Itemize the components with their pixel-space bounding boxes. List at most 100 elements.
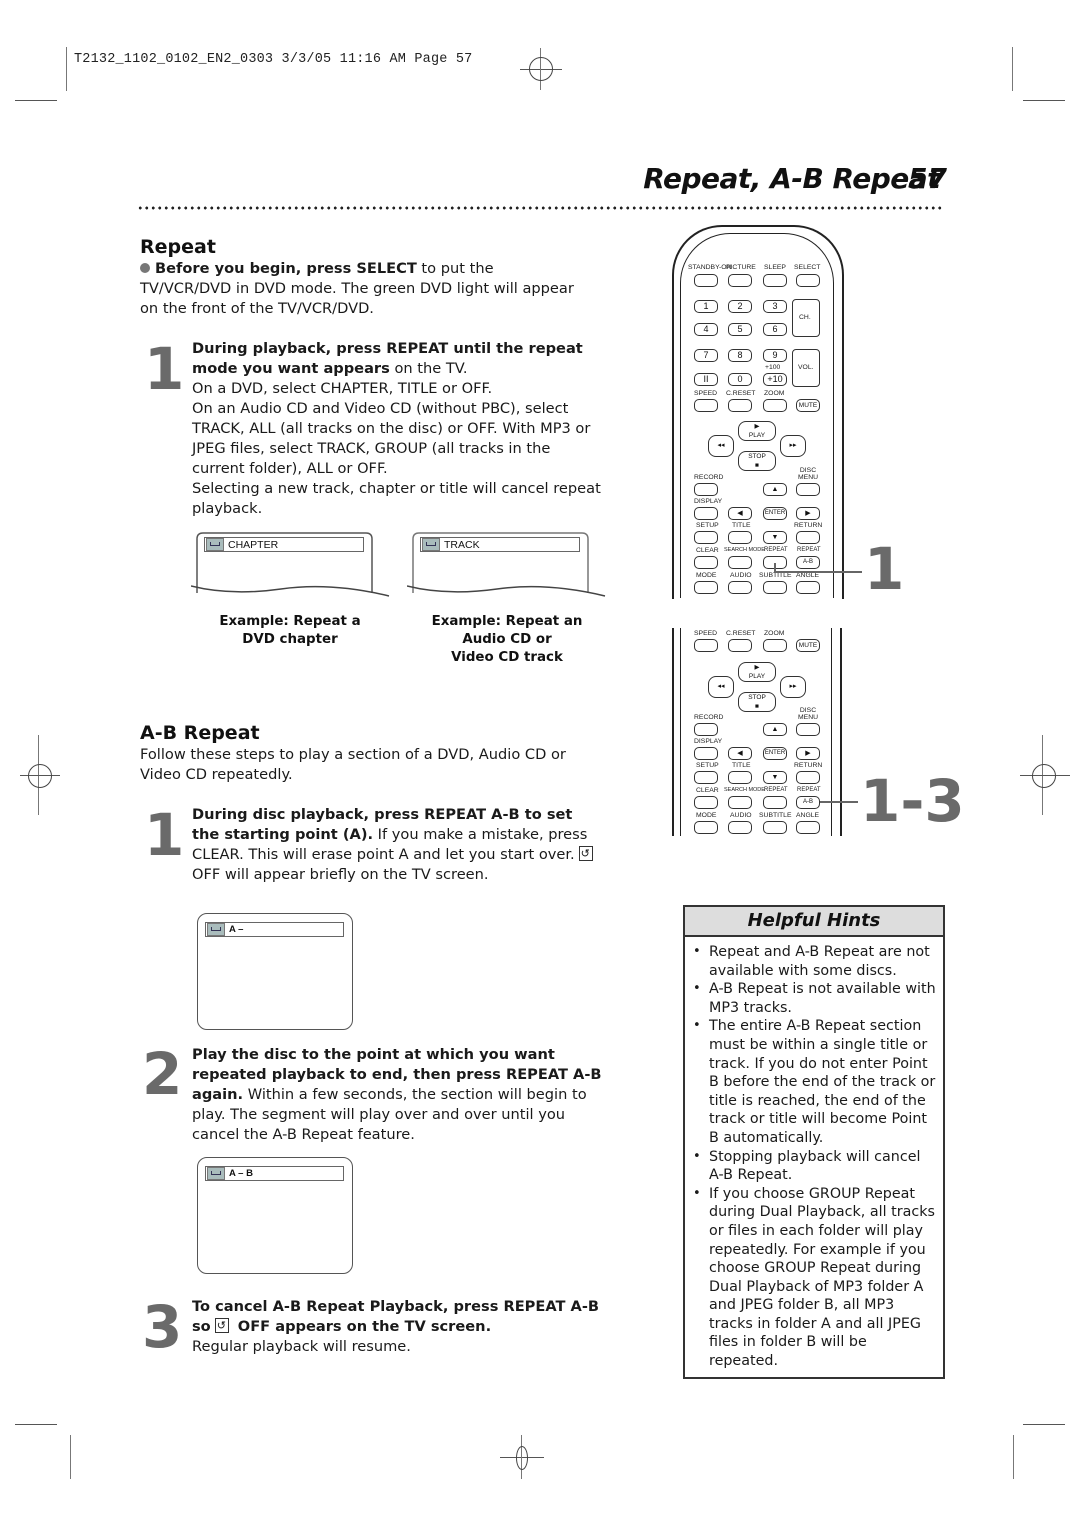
mode-button[interactable]	[694, 821, 718, 834]
callout-steps-1-3: 1-3	[860, 767, 965, 835]
subtitle-button[interactable]	[763, 581, 787, 594]
angle-button[interactable]	[796, 581, 820, 594]
label-repeat: REPEAT	[764, 547, 788, 553]
display-button[interactable]	[694, 747, 718, 760]
helpful-hints-box: Helpful Hints Repeat and A-B Repeat are …	[683, 905, 945, 1379]
setup-button[interactable]	[694, 531, 718, 544]
up-arrow-button[interactable]: ▲	[763, 723, 787, 736]
left-arrow-button[interactable]: ◀	[728, 507, 752, 520]
repeat-button[interactable]	[763, 796, 787, 809]
label-display: DISPLAY	[694, 498, 723, 505]
label-repeat-ab: REPEAT	[797, 547, 821, 553]
osd-bar: A –	[205, 922, 344, 937]
disc-menu-button[interactable]	[796, 723, 820, 736]
fast-forward-button[interactable]: ▸▸	[780, 676, 806, 698]
repeat-off-icon	[214, 1316, 229, 1336]
search-mode-button[interactable]	[728, 556, 752, 569]
repeat-ab-button[interactable]: A-B	[796, 796, 820, 809]
down-arrow-button[interactable]: ▼	[763, 771, 787, 784]
label-picture: PICTURE	[726, 264, 756, 271]
example-caption-cd: Example: Repeat an Audio CD or Video CD …	[431, 614, 583, 665]
setup-button[interactable]	[694, 771, 718, 784]
stop-button[interactable]: STOP ■	[738, 451, 776, 471]
label-search-mode: SEARCH MODE	[724, 547, 765, 553]
return-button[interactable]	[796, 771, 820, 784]
dotted-divider	[137, 206, 943, 210]
hint-item: If you choose GROUP Repeat during Dual P…	[693, 1185, 937, 1371]
digit-8-button[interactable]: 8	[728, 349, 752, 362]
digit-2-button[interactable]: 2	[728, 300, 752, 313]
label-repeat: REPEAT	[764, 787, 788, 793]
angle-button[interactable]	[796, 821, 820, 834]
crop-mark	[1013, 1435, 1014, 1479]
pause-button[interactable]: II	[694, 373, 718, 386]
audio-button[interactable]	[728, 581, 752, 594]
digit-5-button[interactable]: 5	[728, 323, 752, 336]
return-button[interactable]	[796, 531, 820, 544]
volume-rocker[interactable]: VOL.	[792, 349, 820, 387]
search-mode-button[interactable]	[728, 796, 752, 809]
digit-9-button[interactable]: 9	[763, 349, 787, 362]
digit-3-button[interactable]: 3	[763, 300, 787, 313]
record-button[interactable]	[694, 483, 718, 496]
fast-forward-button[interactable]: ▸▸	[780, 435, 806, 457]
ab-repeat-step-3: To cancel A-B Repeat Playback, press REP…	[192, 1297, 602, 1357]
title-button[interactable]	[728, 531, 752, 544]
right-arrow-button[interactable]: ▶	[796, 747, 820, 760]
left-arrow-button[interactable]: ◀	[728, 747, 752, 760]
display-button[interactable]	[694, 507, 718, 520]
speed-button[interactable]	[694, 639, 718, 652]
digit-0-button[interactable]: 0	[728, 373, 752, 386]
picture-button[interactable]	[728, 274, 752, 287]
label-search-mode: SEARCH MODE	[724, 787, 765, 793]
registration-mark	[520, 48, 562, 90]
crop-mark	[1012, 47, 1013, 91]
stop-button[interactable]: STOP ■	[738, 692, 776, 712]
zoom-button[interactable]	[763, 399, 787, 412]
rewind-button[interactable]: ◂◂	[708, 676, 734, 698]
tv-screen-example-track: TRACK	[407, 531, 606, 597]
repeat-ab-button[interactable]: A-B	[796, 556, 820, 569]
hint-item: Repeat and A-B Repeat are not available …	[693, 943, 937, 980]
label-repeat-ab: REPEAT	[797, 787, 821, 793]
creset-button[interactable]	[728, 639, 752, 652]
registration-mark	[10, 735, 60, 815]
callout-step-1: 1	[864, 535, 905, 603]
disc-menu-button[interactable]	[796, 483, 820, 496]
mute-button[interactable]: MUTE	[796, 639, 820, 652]
rewind-button[interactable]: ◂◂	[708, 435, 734, 457]
clear-button[interactable]	[694, 556, 718, 569]
label-audio: AUDIO	[730, 572, 752, 579]
digit-7-button[interactable]: 7	[694, 349, 718, 362]
standby-on-button[interactable]	[694, 274, 718, 287]
mode-button[interactable]	[694, 581, 718, 594]
repeat-icon	[207, 923, 225, 936]
title-button[interactable]	[728, 771, 752, 784]
creset-button[interactable]	[728, 399, 752, 412]
digit-4-button[interactable]: 4	[694, 323, 718, 336]
step-number: 2	[142, 1040, 183, 1108]
down-arrow-button[interactable]: ▼	[763, 531, 787, 544]
subtitle-button[interactable]	[763, 821, 787, 834]
example-caption-dvd: Example: Repeat a DVD chapter	[219, 614, 361, 647]
label-subtitle: SUBTITLE	[759, 572, 792, 579]
speed-button[interactable]	[694, 399, 718, 412]
mute-button[interactable]: MUTE	[796, 399, 820, 412]
sleep-button[interactable]	[763, 274, 787, 287]
record-button[interactable]	[694, 723, 718, 736]
clear-button[interactable]	[694, 796, 718, 809]
audio-button[interactable]	[728, 821, 752, 834]
print-slug: T2132_1102_0102_EN2_0303 3/3/05 11:16 AM…	[74, 52, 473, 67]
up-arrow-button[interactable]: ▲	[763, 483, 787, 496]
select-button[interactable]	[796, 274, 820, 287]
enter-button[interactable]: ENTER	[763, 747, 787, 760]
play-button[interactable]: ▶ PLAY	[738, 662, 776, 682]
digit-6-button[interactable]: 6	[763, 323, 787, 336]
enter-button[interactable]: ENTER	[763, 507, 787, 520]
right-arrow-button[interactable]: ▶	[796, 507, 820, 520]
digit-1-button[interactable]: 1	[694, 300, 718, 313]
play-button[interactable]: ▶ PLAY	[738, 421, 776, 441]
zoom-button[interactable]	[763, 639, 787, 652]
plus10-button[interactable]: +10	[763, 373, 787, 386]
channel-rocker[interactable]: CH.	[792, 299, 820, 337]
